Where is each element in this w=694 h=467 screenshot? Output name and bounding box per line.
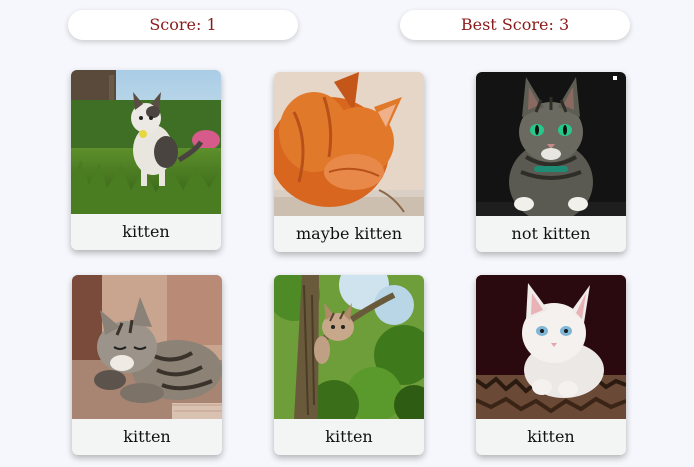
white-kitten-blue-eyes-photo <box>476 275 626 419</box>
cat-card-6[interactable]: kitten <box>476 275 626 455</box>
card-label: kitten <box>325 427 373 446</box>
card-label: kitten <box>122 222 170 241</box>
orange-cat-hiding-face-photo <box>274 72 424 216</box>
cat-card-2[interactable]: maybe kitten <box>274 72 424 252</box>
card-label: not kitten <box>511 224 591 243</box>
kitten-in-tree-photo <box>274 275 424 419</box>
cat-card-3[interactable]: not kitten <box>476 72 626 252</box>
card-label: kitten <box>527 427 575 446</box>
tabby-cat-green-eyes-photo <box>476 72 626 216</box>
best-score-display: Best Score: 3 <box>400 10 630 40</box>
cat-card-5[interactable]: kitten <box>274 275 424 455</box>
sleeping-tabby-kitten-photo <box>72 275 222 419</box>
cat-card-4[interactable]: kitten <box>72 275 222 455</box>
score-display: Score: 1 <box>68 10 298 40</box>
kitten-on-grass-photo <box>71 70 221 214</box>
card-label: kitten <box>123 427 171 446</box>
card-label: maybe kitten <box>296 224 402 243</box>
cat-card-1[interactable]: kitten <box>71 70 221 250</box>
